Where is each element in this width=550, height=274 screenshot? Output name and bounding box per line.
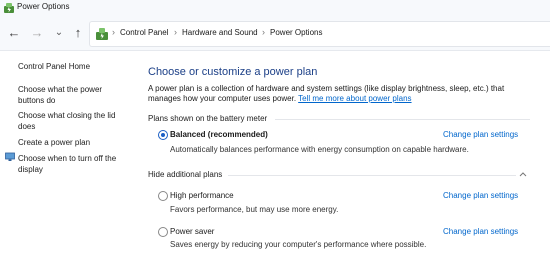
intro-line-1: A power plan is a collection of hardware… bbox=[148, 84, 505, 93]
radio-power-saver[interactable] bbox=[158, 227, 168, 237]
radio-high-performance[interactable] bbox=[158, 191, 168, 201]
display-icon bbox=[5, 152, 15, 161]
chevron-right-icon[interactable]: › bbox=[262, 27, 265, 37]
chevron-up-icon[interactable] bbox=[519, 170, 527, 178]
breadcrumb-control-panel[interactable]: Control Panel bbox=[120, 28, 168, 37]
sidebar-link-closing-lid[interactable]: does bbox=[18, 121, 35, 132]
intro-line-2: manages how your computer uses power. bbox=[148, 94, 297, 103]
change-plan-settings-power-saver[interactable]: Change plan settings bbox=[443, 227, 518, 236]
power-options-icon bbox=[4, 3, 14, 13]
title-bar: Power Options bbox=[0, 0, 550, 16]
window-title: Power Options bbox=[17, 2, 70, 11]
plan-name-balanced[interactable]: Balanced (recommended) bbox=[170, 130, 268, 139]
up-arrow-icon[interactable]: ↑ bbox=[70, 25, 86, 41]
sidebar-link-create-plan[interactable]: Create a power plan bbox=[18, 137, 90, 148]
battery-meter-group-label: Plans shown on the battery meter bbox=[148, 114, 268, 123]
page-title: Choose or customize a power plan bbox=[148, 66, 318, 78]
back-arrow-icon[interactable]: ← bbox=[6, 25, 22, 41]
sidebar-link-control-panel-home[interactable]: Control Panel Home bbox=[18, 61, 90, 72]
forward-arrow-icon[interactable]: → bbox=[29, 25, 45, 41]
chevron-right-icon: › bbox=[112, 27, 115, 37]
address-bar[interactable]: › Control Panel › Hardware and Sound › P… bbox=[89, 21, 550, 47]
breadcrumb-power-options[interactable]: Power Options bbox=[270, 28, 322, 37]
control-panel-icon bbox=[96, 28, 108, 40]
divider bbox=[275, 119, 530, 120]
sidebar-link-power-buttons[interactable]: buttons do bbox=[18, 95, 55, 106]
breadcrumb-hardware-and-sound[interactable]: Hardware and Sound bbox=[182, 28, 258, 37]
hide-additional-plans-label[interactable]: Hide additional plans bbox=[148, 170, 222, 179]
sidebar-link-power-buttons[interactable]: Choose what the power bbox=[18, 84, 102, 95]
plan-name-high-performance[interactable]: High performance bbox=[170, 191, 234, 200]
chevron-right-icon[interactable]: › bbox=[174, 27, 177, 37]
change-plan-settings-high-performance[interactable]: Change plan settings bbox=[443, 191, 518, 200]
chevron-down-icon[interactable]: ⌄ bbox=[51, 25, 67, 41]
plan-desc-power-saver: Saves energy by reducing your computer's… bbox=[170, 240, 427, 249]
intro-text: A power plan is a collection of hardware… bbox=[148, 84, 528, 104]
change-plan-settings-balanced[interactable]: Change plan settings bbox=[443, 130, 518, 139]
divider bbox=[228, 175, 516, 176]
sidebar-link-display-off[interactable]: display bbox=[18, 164, 43, 175]
plan-desc-high-performance: Favors performance, but may use more ene… bbox=[170, 205, 339, 214]
radio-balanced[interactable] bbox=[158, 130, 168, 140]
plan-desc-balanced: Automatically balances performance with … bbox=[170, 145, 469, 154]
sidebar-link-closing-lid[interactable]: Choose what closing the lid bbox=[18, 110, 115, 121]
plan-name-power-saver[interactable]: Power saver bbox=[170, 227, 214, 236]
sidebar-link-display-off[interactable]: Choose when to turn off the bbox=[18, 153, 116, 164]
learn-more-link[interactable]: Tell me more about power plans bbox=[298, 94, 411, 103]
